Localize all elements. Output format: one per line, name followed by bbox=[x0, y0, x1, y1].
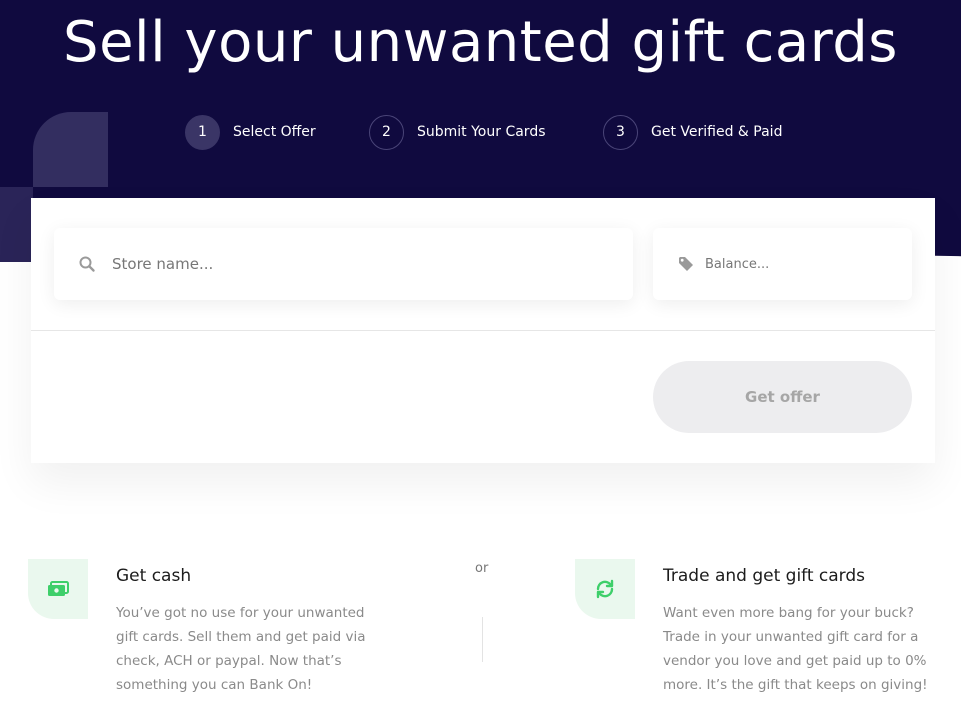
trade-description-line: vendor you love and get paid up to 0% bbox=[663, 653, 927, 669]
step-select-offer: 1 Select Offer bbox=[185, 114, 316, 150]
tag-icon bbox=[679, 257, 693, 271]
cash-description-line: something you can Bank On! bbox=[116, 677, 313, 693]
or-separator-line bbox=[482, 617, 483, 662]
trade-description-line: Trade in your unwanted gift card for a bbox=[663, 629, 919, 645]
cash-description-line: You’ve got no use for your unwanted bbox=[116, 605, 365, 621]
cash-title: Get cash bbox=[116, 566, 192, 586]
decorative-bar bbox=[0, 187, 33, 262]
step-label: Get Verified & Paid bbox=[651, 124, 783, 140]
trade-description: Want even more bang for your buck? Trade… bbox=[663, 601, 928, 697]
store-field[interactable] bbox=[54, 228, 633, 300]
progress-steps: 1 Select Offer 2 Submit Your Cards 3 Get… bbox=[0, 114, 961, 150]
offer-form-card: Get offer bbox=[31, 198, 935, 463]
search-icon bbox=[79, 256, 95, 272]
step-submit-cards: 2 Submit Your Cards bbox=[369, 114, 546, 150]
step-label: Select Offer bbox=[233, 124, 316, 140]
step-number: 3 bbox=[603, 114, 638, 150]
cash-description-line: gift cards. Sell them and get paid via bbox=[116, 629, 366, 645]
step-get-verified: 3 Get Verified & Paid bbox=[603, 114, 782, 150]
trade-description-line: more. It’s the gift that keeps on giving… bbox=[663, 677, 928, 693]
step-number: 2 bbox=[369, 114, 404, 150]
trade-feature-icon bbox=[575, 559, 635, 619]
step-number: 1 bbox=[185, 114, 220, 150]
balance-field[interactable] bbox=[653, 228, 912, 300]
cash-description-line: check, ACH or paypal. Now that’s bbox=[116, 653, 342, 669]
cash-feature-icon bbox=[28, 559, 88, 619]
page-title: Sell your unwanted gift cards bbox=[63, 10, 898, 75]
balance-input[interactable] bbox=[705, 256, 912, 272]
cash-description: You’ve got no use for your unwanted gift… bbox=[116, 601, 366, 697]
trade-title: Trade and get gift cards bbox=[663, 566, 866, 586]
get-offer-button[interactable]: Get offer bbox=[653, 361, 912, 433]
store-name-input[interactable] bbox=[112, 255, 633, 273]
form-divider bbox=[31, 330, 935, 331]
or-separator-label: or bbox=[475, 561, 489, 576]
trade-description-line: Want even more bang for your buck? bbox=[663, 605, 914, 621]
refresh-icon bbox=[596, 579, 614, 599]
money-icon bbox=[48, 581, 69, 596]
step-label: Submit Your Cards bbox=[417, 124, 546, 140]
